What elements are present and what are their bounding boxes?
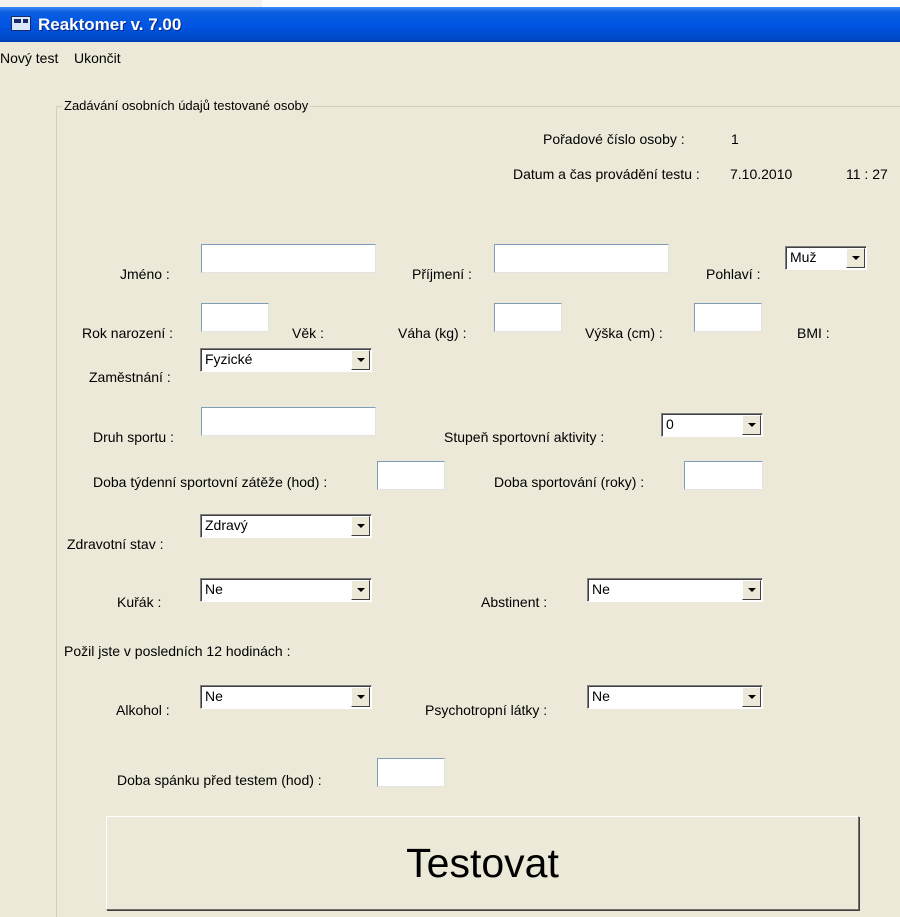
birth-year-field[interactable] bbox=[201, 303, 269, 332]
smoker-value: Ne bbox=[205, 581, 223, 597]
sport-type-field[interactable] bbox=[201, 407, 376, 436]
sport-years-field[interactable] bbox=[684, 461, 763, 490]
menu-quit[interactable]: Ukončit bbox=[74, 50, 121, 66]
sport-level-value: 0 bbox=[666, 416, 674, 432]
gender-select[interactable]: Muž bbox=[785, 246, 867, 270]
personal-data-groupbox bbox=[56, 106, 900, 917]
bmi-label: BMI : bbox=[797, 325, 830, 341]
weekly-sport-field[interactable] bbox=[377, 461, 445, 490]
app-icon bbox=[11, 16, 31, 31]
test-button[interactable]: Testovat bbox=[106, 816, 859, 910]
abstinent-select[interactable]: Ne bbox=[587, 578, 763, 602]
menu-new-test[interactable]: Nový test bbox=[0, 50, 58, 66]
test-date-value: 7.10.2010 bbox=[730, 166, 793, 182]
window-title: Reaktomer v. 7.00 bbox=[38, 15, 182, 34]
abstinent-value: Ne bbox=[592, 581, 610, 597]
psychotropic-value: Ne bbox=[592, 688, 610, 704]
employment-select[interactable]: Fyzické bbox=[200, 348, 372, 372]
gender-dropdown-icon[interactable] bbox=[846, 248, 865, 268]
abstinent-label: Abstinent : bbox=[481, 594, 548, 610]
health-dropdown-icon[interactable] bbox=[351, 516, 370, 536]
abstinent-dropdown-icon[interactable] bbox=[742, 580, 761, 600]
person-number-value: 1 bbox=[731, 131, 739, 147]
smoker-select[interactable]: Ne bbox=[200, 578, 372, 602]
psychotropic-select[interactable]: Ne bbox=[587, 685, 763, 709]
employment-value: Fyzické bbox=[205, 351, 253, 367]
weight-label: Váha (kg) : bbox=[398, 325, 467, 341]
sport-level-dropdown-icon[interactable] bbox=[742, 415, 761, 435]
alcohol-label: Alkohol : bbox=[116, 702, 170, 718]
age-label: Věk : bbox=[292, 325, 324, 341]
sport-level-label: Stupeň sportovní aktivity : bbox=[444, 429, 605, 445]
groupbox-caption: Zadávání osobních údajů testované osoby bbox=[62, 98, 311, 113]
employment-label: Zaměstnání : bbox=[89, 369, 171, 385]
form-area: Zadávání osobních údajů testované osoby … bbox=[0, 71, 900, 917]
person-number-label: Pořadové číslo osoby : bbox=[543, 131, 685, 147]
last-name-label: Příjmení : bbox=[412, 266, 472, 282]
consumed-heading: Požil jste v posledních 12 hodinách : bbox=[64, 643, 291, 659]
menu-bar: Nový test Ukončit bbox=[0, 42, 900, 71]
smoker-dropdown-icon[interactable] bbox=[351, 580, 370, 600]
sport-type-label: Druh sportu : bbox=[93, 429, 174, 445]
datetime-label: Datum a čas provádění testu : bbox=[513, 166, 700, 182]
psychotropic-dropdown-icon[interactable] bbox=[742, 687, 761, 707]
first-name-field[interactable] bbox=[201, 244, 376, 273]
sleep-hours-label: Doba spánku před testem (hod) : bbox=[117, 772, 322, 788]
height-label: Výška (cm) : bbox=[585, 325, 663, 341]
health-select[interactable]: Zdravý bbox=[200, 514, 372, 538]
app-window: Reaktomer v. 7.00 Nový test Ukončit Zadá… bbox=[0, 7, 900, 917]
smoker-label: Kuřák : bbox=[117, 594, 162, 610]
employment-dropdown-icon[interactable] bbox=[351, 350, 370, 370]
title-bar[interactable]: Reaktomer v. 7.00 bbox=[0, 7, 900, 42]
first-name-label: Jméno : bbox=[120, 266, 170, 282]
sport-years-label: Doba sportování (roky) : bbox=[494, 474, 645, 490]
alcohol-dropdown-icon[interactable] bbox=[351, 687, 370, 707]
health-label: Zdravotní stav : bbox=[67, 536, 164, 552]
test-time-value: 11 : 27 bbox=[846, 166, 888, 182]
gender-label: Pohlaví : bbox=[706, 266, 761, 282]
health-value: Zdravý bbox=[205, 517, 248, 533]
birth-year-label: Rok narození : bbox=[82, 325, 174, 341]
weight-field[interactable] bbox=[494, 303, 562, 332]
psychotropic-label: Psychotropní látky : bbox=[425, 702, 548, 718]
last-name-field[interactable] bbox=[494, 244, 669, 273]
alcohol-value: Ne bbox=[205, 688, 223, 704]
sleep-hours-field[interactable] bbox=[377, 758, 445, 787]
sport-level-select[interactable]: 0 bbox=[661, 413, 763, 437]
alcohol-select[interactable]: Ne bbox=[200, 685, 372, 709]
height-field[interactable] bbox=[694, 303, 762, 332]
weekly-sport-label: Doba týdenní sportovní zátěže (hod) : bbox=[93, 474, 328, 490]
gender-value: Muž bbox=[790, 249, 817, 265]
